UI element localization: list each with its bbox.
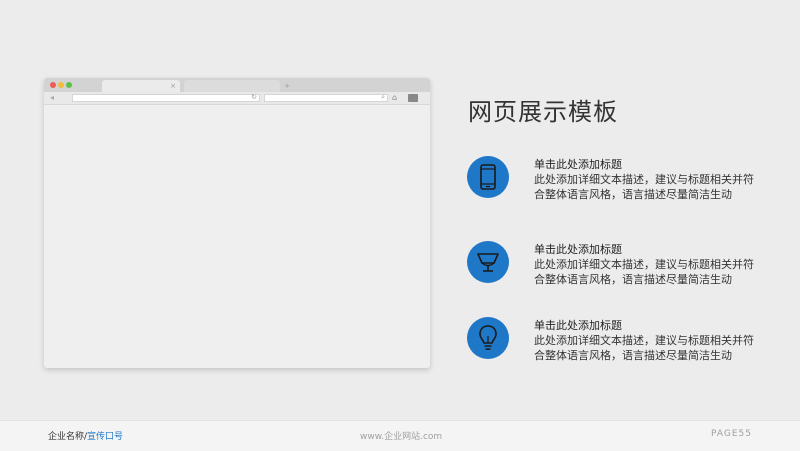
website-url: www.企业网站.com (360, 432, 443, 442)
company-label: 企业名称/ (48, 432, 88, 442)
feature-description: 此处添加详细文本描述，建议与标题相关并符合整体语言风格，语言描述尽量简洁生动 (534, 258, 754, 286)
feature-title: 单击此处添加标题 (534, 319, 622, 332)
reload-icon[interactable]: ↻ (251, 93, 257, 101)
tab-close-icon[interactable]: × (170, 82, 176, 90)
slogan-label: 宣传口号 (87, 432, 124, 442)
address-bar[interactable]: ↻ (72, 93, 260, 102)
minimize-window-dot[interactable] (58, 82, 64, 88)
feature-title: 单击此处添加标题 (534, 243, 622, 256)
feature-description: 此处添加详细文本描述，建议与标题相关并符合整体语言风格，语言描述尽量简洁生动 (534, 173, 754, 201)
maximize-window-dot[interactable] (66, 82, 72, 88)
slide-title: 网页展示模板 (468, 98, 618, 126)
browser-search-bar[interactable]: ⌕ (264, 93, 388, 102)
browser-tab[interactable] (184, 80, 280, 92)
trophy-icon (467, 241, 509, 283)
browser-toolbar: ◂ ↻ ⌕ ⌂ (44, 92, 430, 105)
phone-icon (467, 156, 509, 198)
back-arrow-icon[interactable]: ◂ (50, 92, 54, 104)
lightbulb-icon (467, 317, 509, 359)
company-name: 企业名称/宣传口号 (48, 429, 123, 442)
menu-icon[interactable] (408, 94, 418, 102)
browser-mockup: × + ◂ ↻ ⌕ ⌂ (44, 78, 430, 368)
home-icon[interactable]: ⌂ (392, 92, 397, 104)
feature-description: 此处添加详细文本描述，建议与标题相关并符合整体语言风格，语言描述尽量简洁生动 (534, 334, 754, 362)
close-window-dot[interactable] (50, 82, 56, 88)
page-number: PAGE55 (711, 429, 752, 439)
new-tab-icon[interactable]: + (282, 80, 292, 92)
browser-viewport (44, 105, 430, 368)
feature-title: 单击此处添加标题 (534, 158, 622, 171)
browser-titlebar: × + (44, 78, 430, 92)
browser-tab-active[interactable]: × (102, 80, 180, 92)
slide-footer: 企业名称/宣传口号 www.企业网站.com PAGE55 (0, 420, 800, 451)
search-icon[interactable]: ⌕ (381, 93, 385, 102)
